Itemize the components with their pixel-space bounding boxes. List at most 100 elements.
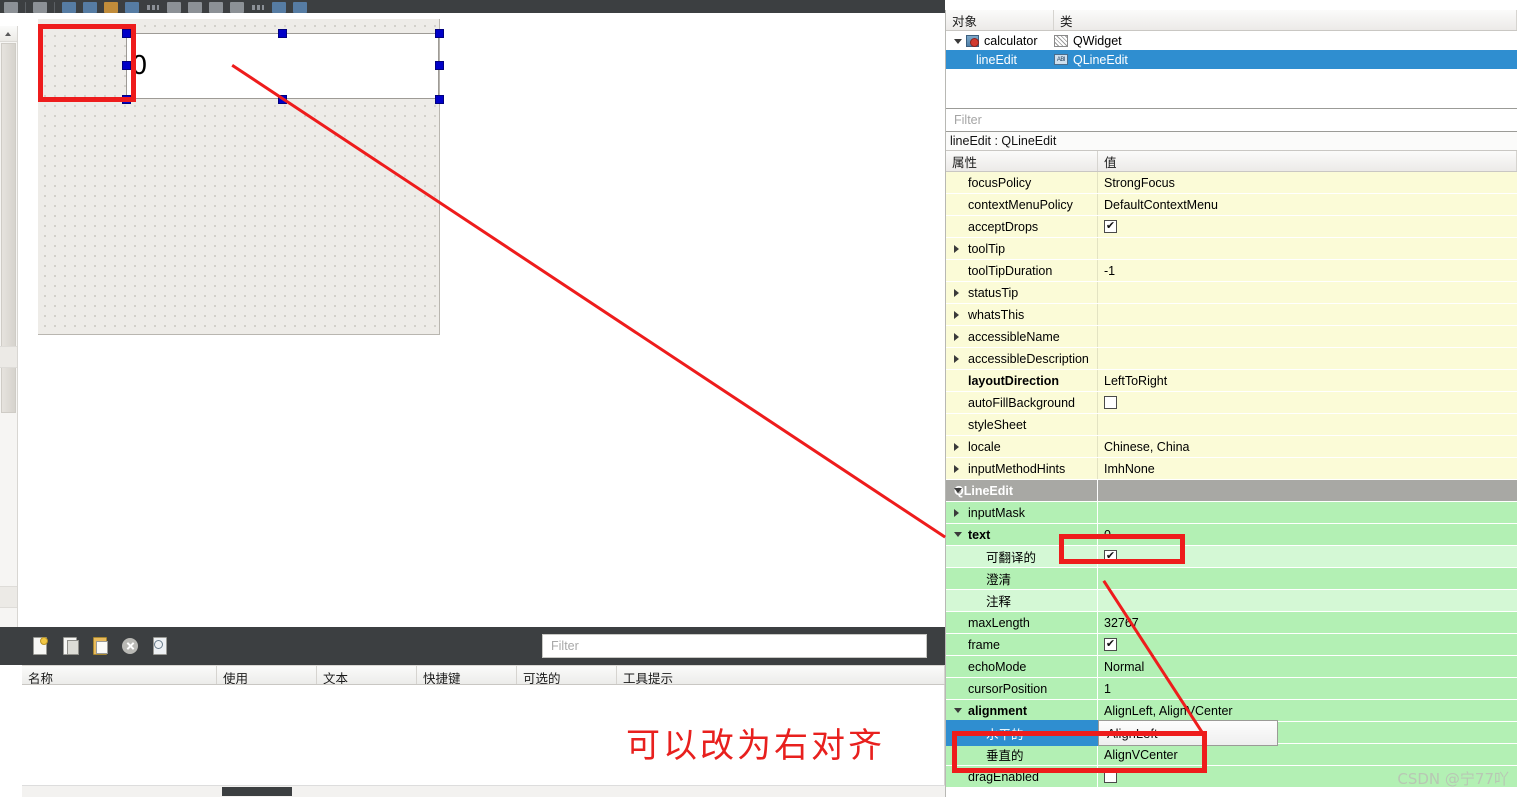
object-col-object[interactable]: 对象 [946,10,1054,30]
adjust-size-icon[interactable] [293,2,307,13]
selection-handle-mr[interactable] [435,61,444,70]
layout-horizontal-icon[interactable] [146,2,160,13]
layout-vertical-icon[interactable] [167,2,181,13]
property-row[interactable]: locale Chinese, China [946,436,1517,458]
canvas-vertical-scrollbar[interactable] [0,26,18,640]
property-row[interactable]: QLineEdit [946,480,1517,502]
action-editor-pane[interactable]: 名称 使用 文本 快捷键 可选的 工具提示 [0,627,945,797]
property-row[interactable]: contextMenuPolicy DefaultContextMenu [946,194,1517,216]
navigate-action-icon[interactable] [150,636,170,656]
property-row[interactable]: acceptDrops ✔ [946,216,1517,238]
property-value-cell[interactable] [1098,348,1517,369]
collapse-icon[interactable] [954,488,962,493]
expand-icon[interactable] [954,354,959,363]
property-row[interactable]: accessibleDescription [946,348,1517,370]
expand-icon[interactable] [954,442,959,451]
action-hscroll-thumb[interactable] [222,787,292,796]
expand-icon[interactable] [954,508,959,517]
delete-action-icon[interactable] [120,636,140,656]
selection-handle-br[interactable] [435,95,444,104]
action-col-used[interactable]: 使用 [217,666,317,684]
property-value-cell[interactable]: StrongFocus [1098,172,1517,193]
property-row[interactable]: frame ✔ [946,634,1517,656]
property-row[interactable]: autoFillBackground [946,392,1517,414]
checkbox[interactable] [1104,770,1117,783]
edit-signals-icon[interactable] [83,2,97,13]
property-row[interactable]: whatsThis [946,304,1517,326]
main-toolbar[interactable] [0,0,945,13]
expand-icon[interactable] [954,332,959,341]
property-row[interactable]: 垂直的 AlignVCenter [946,744,1517,766]
object-row-calculator[interactable]: calculator QWidget [946,31,1517,50]
property-row[interactable]: 注释 [946,590,1517,612]
right-dock[interactable]: 对象 类 calculator QWidget lineEdit ABI QLi… [945,10,1517,797]
property-col-name[interactable]: 属性 [946,151,1098,171]
property-value-cell[interactable] [1098,238,1517,259]
action-col-name[interactable]: 名称 [22,666,217,684]
property-row[interactable]: inputMask [946,502,1517,524]
property-value-cell[interactable]: 32767 [1098,612,1517,633]
property-value-cell[interactable]: ✔ [1098,216,1517,237]
scroll-up-arrow-icon[interactable] [0,26,17,42]
action-filter-box[interactable] [542,634,927,658]
layout-splitter-v-icon[interactable] [209,2,223,13]
property-value-cell[interactable] [1098,480,1517,501]
layout-grid-icon[interactable] [230,2,244,13]
action-col-checkable[interactable]: 可选的 [517,666,617,684]
property-value-cell[interactable] [1098,392,1517,413]
line-edit-widget[interactable]: 0 [126,33,439,99]
object-filter-box[interactable] [946,108,1517,132]
action-col-tooltip[interactable]: 工具提示 [617,666,945,684]
property-value-cell[interactable] [1098,304,1517,325]
property-row[interactable]: echoMode Normal [946,656,1517,678]
property-row[interactable]: text 0 [946,524,1517,546]
property-row[interactable]: inputMethodHints ImhNone [946,458,1517,480]
property-row[interactable]: focusPolicy StrongFocus [946,172,1517,194]
object-filter-input[interactable] [952,112,1511,128]
collapse-icon[interactable] [954,708,962,713]
property-value-cell[interactable]: -1 [1098,260,1517,281]
selection-handle-bl[interactable] [122,95,131,104]
expand-icon[interactable] [954,244,959,253]
property-row[interactable]: toolTip [946,238,1517,260]
property-value-cell[interactable]: 1 [1098,678,1517,699]
property-row[interactable]: layoutDirection LeftToRight [946,370,1517,392]
property-table-body[interactable]: focusPolicy StrongFocus contextMenuPolicy D… [946,172,1517,788]
paste-action-icon[interactable] [90,636,110,656]
selection-handle-ml[interactable] [122,61,131,70]
horizontal-alignment-combo[interactable]: AlignLeft [1098,720,1278,746]
property-value-cell[interactable] [1098,414,1517,435]
property-value-cell[interactable] [1098,568,1517,589]
property-value-cell[interactable]: 0 [1098,524,1517,545]
layout-form-icon[interactable] [251,2,265,13]
design-canvas-pane[interactable]: 0 [0,13,945,640]
expand-icon[interactable] [954,464,959,473]
object-inspector-tree[interactable]: calculator QWidget lineEdit ABI QLineEdi… [946,31,1517,108]
checkbox[interactable] [1104,396,1117,409]
property-row[interactable]: toolTipDuration -1 [946,260,1517,282]
property-value-cell[interactable]: ✔ [1098,634,1517,655]
property-row[interactable]: 水平的AlignLeft水平的AlignLeft [946,720,1517,746]
property-value-cell[interactable] [1098,326,1517,347]
checkbox[interactable]: ✔ [1104,220,1117,233]
property-row[interactable]: cursorPosition 1 [946,678,1517,700]
property-value-cell[interactable]: DefaultContextMenu [1098,194,1517,215]
property-col-value[interactable]: 值 [1098,151,1517,171]
action-col-text[interactable]: 文本 [317,666,417,684]
checkbox[interactable]: ✔ [1104,638,1117,651]
copy-action-icon[interactable] [60,636,80,656]
property-value-cell[interactable] [1098,502,1517,523]
property-row[interactable]: statusTip [946,282,1517,304]
redo-icon[interactable] [33,2,47,13]
new-action-icon[interactable] [30,636,50,656]
selection-handle-tr[interactable] [435,29,444,38]
edit-buddies-icon[interactable] [104,2,118,13]
property-row[interactable]: accessibleName [946,326,1517,348]
property-value-cell[interactable]: ImhNone [1098,458,1517,479]
property-value-cell[interactable]: Chinese, China [1098,436,1517,457]
selection-handle-tc[interactable] [278,29,287,38]
property-value-cell[interactable] [1098,282,1517,303]
object-row-lineedit[interactable]: lineEdit ABI QLineEdit [946,50,1517,69]
expand-icon[interactable] [954,310,959,319]
property-value-cell[interactable] [1098,590,1517,611]
